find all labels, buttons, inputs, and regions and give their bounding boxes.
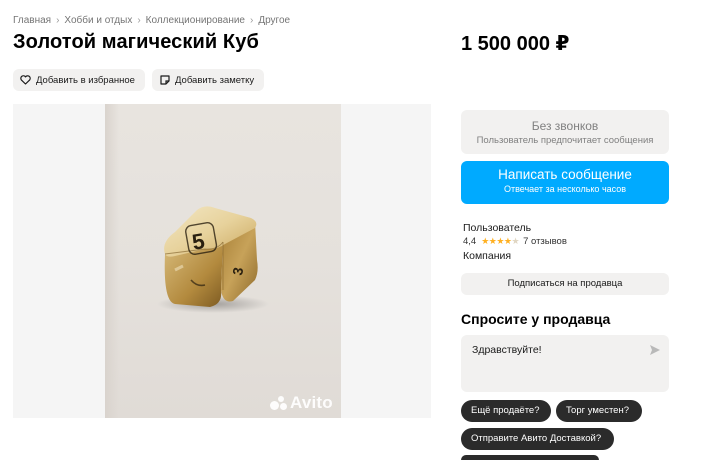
breadcrumb: Главная › Хобби и отдых › Коллекциониров… <box>13 15 290 26</box>
reviews-count: 7 отзывов <box>523 236 567 247</box>
chevron-right-icon: › <box>249 15 254 26</box>
send-icon[interactable] <box>649 343 661 355</box>
quick-question-avito-delivery[interactable]: Отправите Авито Доставкой? <box>461 428 614 450</box>
write-message-button[interactable]: Написать сообщение Отвечает за несколько… <box>461 161 669 204</box>
no-calls-subtitle: Пользователь предпочитает сообщения <box>476 135 654 146</box>
rating-value: 4,4 <box>463 236 477 247</box>
seller-type: Компания <box>463 250 512 262</box>
chevron-right-icon: › <box>56 15 60 26</box>
rating-stars-icon: ★★★★★ <box>481 236 520 246</box>
product-photo[interactable]: 5 3 <box>105 104 341 418</box>
quick-question-still-selling[interactable]: Ещё продаёте? <box>461 400 551 422</box>
no-calls-notice: Без звонков Пользователь предпочитает со… <box>461 110 669 154</box>
breadcrumb-hobby[interactable]: Хобби и отдых <box>64 15 132 26</box>
no-calls-title: Без звонков <box>531 119 599 133</box>
ask-message-input[interactable]: Здравствуйте! <box>461 335 669 392</box>
quick-question-more[interactable] <box>461 455 599 460</box>
response-time-label: Отвечает за несколько часов <box>503 184 627 194</box>
write-message-label: Написать сообщение <box>498 167 632 182</box>
seller-rating[interactable]: 4,4 ★★★★★ 7 отзывов <box>463 236 567 247</box>
watermark-text: Avito <box>290 393 333 412</box>
heart-icon <box>20 75 31 86</box>
note-icon <box>159 75 170 86</box>
subscribe-button[interactable]: Подписаться на продавца <box>461 273 669 295</box>
avito-logo-icon <box>270 395 288 411</box>
breadcrumb-home[interactable]: Главная <box>13 15 51 26</box>
page-title: Золотой магический Куб <box>13 31 259 53</box>
add-to-favorites-label: Добавить в избранное <box>36 74 135 86</box>
breadcrumb-collecting[interactable]: Коллекционирование <box>146 15 245 26</box>
chevron-right-icon: › <box>137 15 141 26</box>
price: 1 500 000 ₽ <box>461 33 570 55</box>
add-note-button[interactable]: Добавить заметку <box>152 69 264 91</box>
photo-gallery[interactable]: 5 3 Avito <box>13 104 431 418</box>
quick-question-bargain[interactable]: Торг уместен? <box>556 400 642 422</box>
add-note-label: Добавить заметку <box>175 74 255 86</box>
ask-message-text: Здравствуйте! <box>472 344 542 356</box>
seller-name[interactable]: Пользователь <box>463 222 531 234</box>
ask-seller-heading: Спросите у продавца <box>461 311 611 327</box>
breadcrumb-other[interactable]: Другое <box>258 15 290 26</box>
avito-watermark: Avito <box>270 393 333 413</box>
gold-cube-image: 5 3 <box>157 206 269 313</box>
add-to-favorites-button[interactable]: Добавить в избранное <box>13 69 145 91</box>
